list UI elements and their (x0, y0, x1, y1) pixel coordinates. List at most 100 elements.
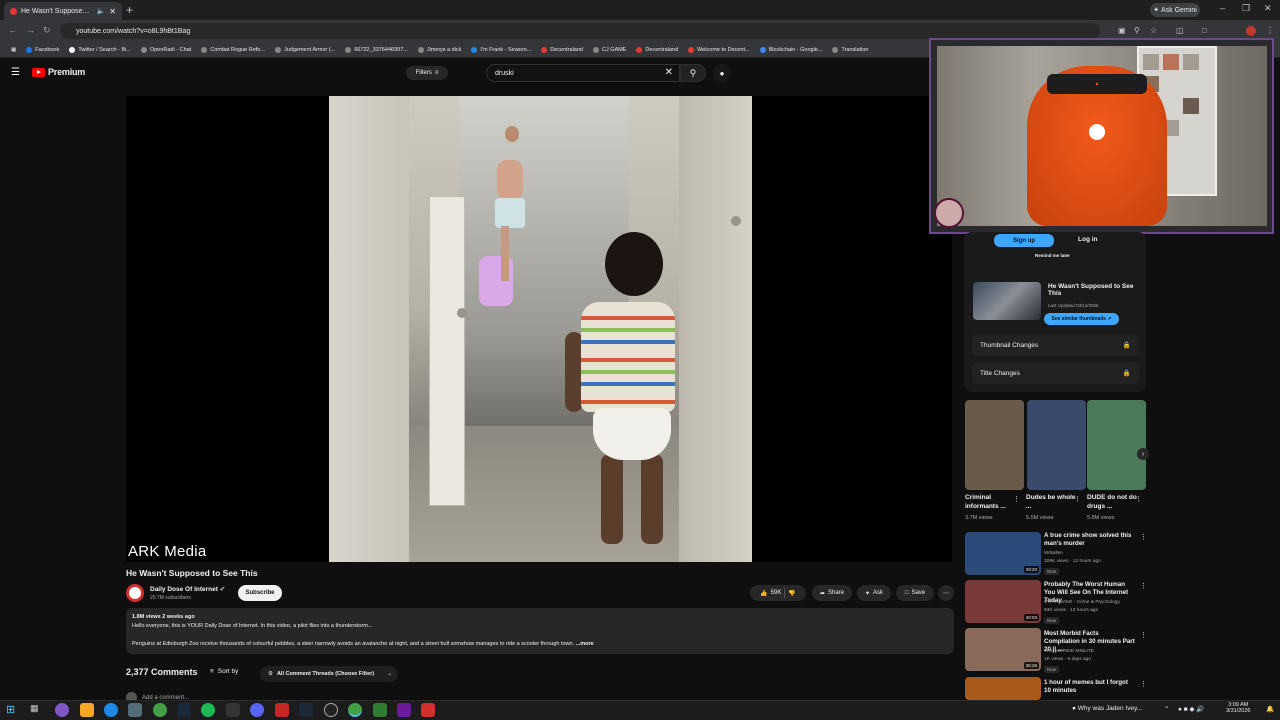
rec-menu-icon[interactable]: ⋮ (1140, 631, 1147, 639)
see-similar-button[interactable]: See similar thumbnails ↗ (1044, 313, 1119, 325)
more-actions-button[interactable]: ⋯ (938, 585, 954, 601)
forward-button[interactable]: → (26, 25, 35, 35)
app-icon[interactable] (373, 703, 387, 717)
share-button[interactable]: ➦ Share (812, 585, 852, 601)
short-title[interactable]: Dudes be whole ... (1026, 493, 1078, 511)
short-thumbnail[interactable] (1027, 400, 1086, 490)
zoom-icon[interactable]: ⚲ (1134, 26, 1140, 35)
apps-icon[interactable]: ▦ (6, 47, 21, 53)
thumbnail-preview[interactable] (973, 282, 1041, 320)
new-tab-button[interactable]: + (126, 3, 133, 17)
short-thumbnail[interactable] (1087, 400, 1146, 490)
close-window-button[interactable]: ✕ (1264, 3, 1272, 14)
store-icon[interactable] (128, 703, 142, 717)
speaker-icon[interactable]: 🔈 (97, 7, 106, 15)
news-widget[interactable]: ● Why was Jaden Ivey... (1072, 705, 1142, 712)
chrome-icon[interactable] (153, 703, 167, 717)
rec-thumbnail[interactable] (965, 677, 1041, 700)
bookmark-item[interactable]: Twitter / Search - Bi... (64, 46, 136, 53)
short-menu-icon[interactable]: ⋮ (1135, 495, 1142, 503)
cast-icon[interactable]: ▣ (1118, 26, 1126, 35)
rec-thumbnail[interactable]: 29:20 (965, 532, 1041, 575)
video-frame[interactable] (329, 96, 752, 562)
hamburger-menu-icon[interactable]: ☰ (11, 67, 20, 78)
rec-channel[interactable]: MrBallen (1044, 551, 1063, 556)
rec-thumbnail[interactable]: 40:03 (965, 580, 1041, 623)
steam-icon[interactable] (299, 703, 313, 717)
short-title[interactable]: DUDE do not do drugs ... (1087, 493, 1139, 511)
save-button[interactable]: □ Save (896, 585, 934, 601)
short-thumbnail[interactable] (965, 400, 1024, 490)
bookmark-item[interactable]: Translation (827, 46, 873, 53)
rec-channel[interactable]: THE MORBID MINUTE (1044, 649, 1094, 654)
channel-avatar[interactable] (126, 584, 144, 602)
sidepanel-icon[interactable]: □ (1202, 26, 1207, 35)
rec-title[interactable]: 1 hour of memes but I forgot 10 minutes (1044, 679, 1136, 695)
tray-icons[interactable]: ● ■ ◆ 🔊 (1178, 705, 1204, 713)
channel-name[interactable]: Daily Dose Of Internet ✔ (150, 585, 225, 593)
log-in-button[interactable]: Log in (1078, 236, 1098, 243)
rec-menu-icon[interactable]: ⋮ (1140, 533, 1147, 541)
voice-search-button[interactable]: ● (713, 64, 731, 82)
thumbnail-changes-row[interactable]: Thumbnail Changes 🔒 (972, 334, 1139, 356)
maximize-button[interactable]: ❐ (1242, 3, 1250, 14)
windows-start-icon[interactable]: ⊞ (6, 703, 20, 717)
shorts-next-button[interactable]: › (1137, 448, 1149, 460)
more-link[interactable]: ...more (576, 641, 594, 647)
back-button[interactable]: ← (8, 25, 17, 35)
bookmark-item[interactable]: Judgement Armor (... (270, 46, 340, 53)
tray-chevron-icon[interactable]: ⌃ (1164, 705, 1169, 713)
profile-avatar[interactable] (1246, 26, 1256, 36)
minimize-button[interactable]: – (1220, 3, 1225, 13)
reload-button[interactable]: ↻ (43, 25, 51, 36)
ask-gemini-button[interactable]: ✦ Ask Gemini (1150, 3, 1200, 17)
file-explorer-icon[interactable] (80, 703, 94, 717)
bookmark-item[interactable]: 66722_3376446997... (340, 46, 413, 53)
ask-button[interactable]: ✦ Ask (857, 585, 891, 601)
sort-by-button[interactable]: ≡ Sort by (210, 668, 238, 675)
app-icon[interactable] (275, 703, 289, 717)
bookmark-item[interactable]: OpenRadi - Chat (136, 46, 196, 53)
copilot-icon[interactable] (55, 703, 69, 717)
clear-search-icon[interactable]: ✕ (665, 67, 673, 78)
discord-icon[interactable] (250, 703, 264, 717)
rec-menu-icon[interactable]: ⋮ (1140, 680, 1147, 688)
short-menu-icon[interactable]: ⋮ (1074, 495, 1081, 503)
bookmark-item[interactable]: I'm Frank - Season... (466, 46, 536, 53)
short-title[interactable]: Criminal informants ... (965, 493, 1017, 511)
bookmark-item[interactable]: Combat Rogue Refo... (196, 46, 270, 53)
rec-thumbnail[interactable]: 35:26 (965, 628, 1041, 671)
bookmark-item[interactable]: Facebook (21, 46, 64, 53)
browser-tab[interactable]: He Wasn't Supposed to See This 🔈 ✕ (4, 2, 122, 20)
filters-button[interactable]: Filters ≡ (406, 66, 448, 80)
title-changes-row[interactable]: Title Changes 🔒 (972, 362, 1139, 384)
edge-icon[interactable] (104, 703, 118, 717)
search-button[interactable]: ⚲ (680, 64, 706, 82)
address-bar[interactable]: youtube.com/watch?v=o8L9hBt1Bag (60, 23, 1100, 39)
search-input[interactable]: druski ✕ (486, 64, 680, 82)
task-view-icon[interactable]: ▦ (30, 703, 44, 717)
bookmark-item[interactable]: Welcome to Decent... (683, 46, 754, 53)
rec-menu-icon[interactable]: ⋮ (1140, 582, 1147, 590)
steam-icon[interactable] (177, 703, 191, 717)
description-box[interactable] (126, 608, 954, 654)
star-icon[interactable]: ☆ (1150, 26, 1157, 35)
clock[interactable]: 3:09 AM 3/31/2026 (1226, 702, 1250, 714)
subscribe-button[interactable]: Subscribe (238, 585, 282, 601)
bookmark-item[interactable]: Decentraland (536, 46, 588, 53)
obs-icon[interactable] (324, 703, 338, 717)
remind-later-link[interactable]: Remind me later (1035, 253, 1070, 258)
menu-dots-icon[interactable]: ⋮ (1266, 26, 1274, 35)
sign-up-button[interactable]: Sign up (994, 234, 1054, 247)
bookmark-item[interactable]: Decentraland (631, 46, 683, 53)
comment-filter-dropdown[interactable]: ⚙ All Comment Threads (Choose Filter) ⌄ (260, 666, 398, 682)
rec-title[interactable]: A true crime show solved this man's murd… (1044, 532, 1136, 548)
rec-channel[interactable]: STAYAWAKE - Crime & Psychology (1044, 600, 1120, 605)
bookmark-item[interactable]: Blockchain - Google... (755, 46, 828, 53)
spotify-icon[interactable] (201, 703, 215, 717)
dislike-button[interactable]: 👎 (788, 590, 795, 597)
app-icon[interactable] (421, 703, 435, 717)
close-tab-icon[interactable]: ✕ (109, 7, 116, 16)
bookmark-item[interactable]: Jimmys a dick (413, 46, 467, 53)
extensions-icon[interactable]: ◫ (1176, 26, 1184, 35)
